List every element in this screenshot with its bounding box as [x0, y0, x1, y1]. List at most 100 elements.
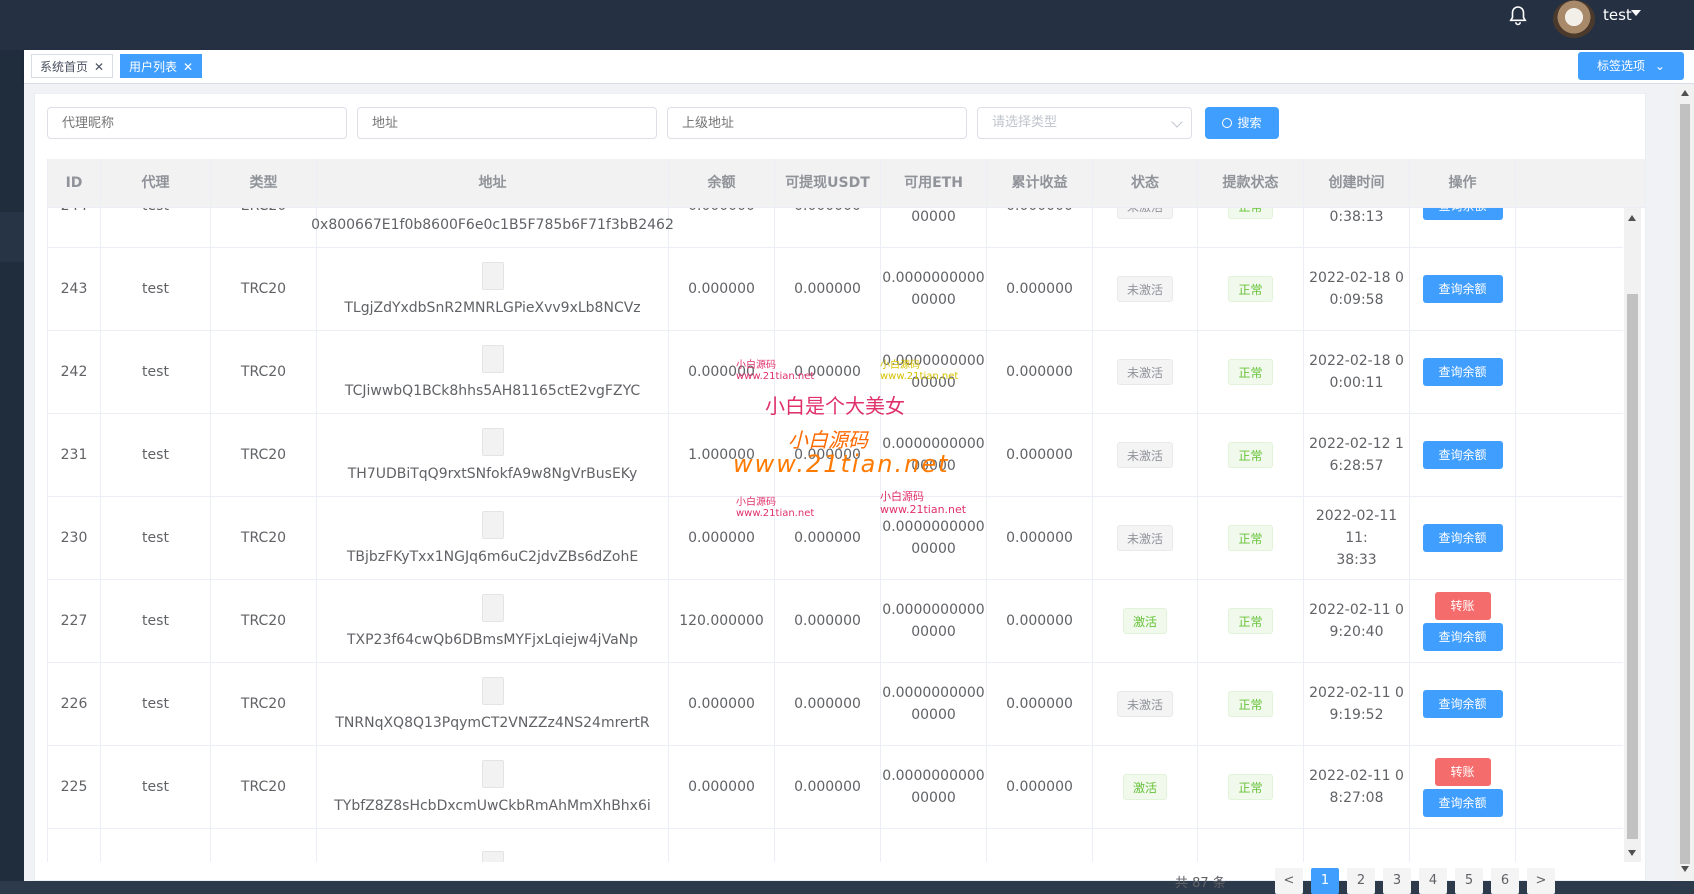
cell-address: TLgjZdYxdbSnR2MNRLGPieXvv9xLb8NCVz [317, 248, 669, 330]
cell-status: 激活 [1093, 746, 1198, 828]
cell-id: 230 [48, 497, 101, 579]
qr-image-icon[interactable] [481, 345, 504, 373]
bell-icon[interactable] [1506, 4, 1530, 28]
qr-image-icon[interactable] [481, 677, 504, 705]
parent-address-input[interactable] [667, 107, 967, 139]
status-badge: 未激活 [1116, 691, 1173, 717]
cell-actions: 转账 查询余额 [1410, 746, 1516, 828]
query-balance-button[interactable]: 查询余额 [1422, 524, 1503, 552]
cell-address: TCJiwwbQ1BCk8hhs5AH81165ctE2vgFZYC [317, 331, 669, 413]
query-balance-button[interactable]: 查询余额 [1422, 207, 1503, 220]
cell-type [211, 829, 317, 862]
cell-eth: 0.0000000000 00000 [881, 663, 987, 745]
cell-type: TRC20 [211, 580, 317, 662]
query-balance-button[interactable]: 查询余额 [1422, 275, 1503, 303]
username-label[interactable]: test [1603, 6, 1632, 24]
cell-withdrawable-usdt: 0.000000 [775, 746, 881, 828]
pagination-page-3[interactable]: 3 [1383, 868, 1411, 894]
withdrawable-usdt-text: 0.000000 [794, 613, 861, 629]
scroll-down-icon[interactable] [1681, 866, 1689, 872]
table-scrollbar-thumb[interactable] [1627, 294, 1638, 839]
search-button[interactable]: 搜索 [1205, 107, 1279, 139]
pagination-next[interactable]: > [1527, 868, 1555, 894]
transfer-button[interactable]: 转账 [1434, 591, 1491, 620]
chevron-down-icon [1171, 116, 1183, 128]
pagination-page-1[interactable]: 1 [1311, 868, 1339, 894]
qr-image-icon[interactable] [481, 428, 504, 456]
cell-earnings: 0.000000 [987, 663, 1093, 745]
type-text: TRC20 [240, 696, 287, 712]
pagination-page-6[interactable]: 6 [1491, 868, 1519, 894]
query-balance-button[interactable]: 查询余额 [1422, 690, 1503, 718]
tag-user-list[interactable]: 用户列表 ✕ [120, 54, 203, 78]
cell-actions [1410, 829, 1516, 862]
qr-image-icon[interactable] [481, 262, 504, 290]
cell-withdrawable-usdt: 0.000000 [775, 497, 881, 579]
qr-image-icon[interactable] [481, 760, 504, 788]
tag-options-button[interactable]: 标签选项 ⌄ [1578, 52, 1684, 80]
created-text: 2022-02-11 11: 38:33 [1315, 508, 1398, 568]
type-select-placeholder: 请选择类型 [992, 115, 1058, 130]
cell-withdraw-status: 正常 [1198, 414, 1304, 496]
table-body: 244 test ERC20 0x800667E1f0b8600F6e0c1B5F78… [48, 207, 1623, 862]
caret-down-icon[interactable] [1631, 10, 1641, 16]
withdraw-status-badge: 正常 [1228, 359, 1273, 385]
withdrawable-usdt-text: 0.000000 [794, 447, 861, 463]
pagination-page-4[interactable]: 4 [1419, 868, 1447, 894]
query-balance-button[interactable]: 查询余额 [1422, 358, 1503, 386]
cell-earnings: 0.000000 [987, 331, 1093, 413]
query-balance-button[interactable]: 查询余额 [1422, 788, 1503, 817]
status-badge: 激活 [1122, 774, 1167, 800]
type-select[interactable]: 请选择类型 [977, 107, 1192, 139]
agent-text: test [142, 207, 169, 214]
qr-image-icon[interactable] [481, 851, 504, 862]
pagination-page-2[interactable]: 2 [1347, 868, 1375, 894]
cell-type: TRC20 [211, 746, 317, 828]
tag-home[interactable]: 系统首页 ✕ [31, 54, 114, 78]
cell-withdraw-status: 正常 [1198, 746, 1304, 828]
type-text: TRC20 [240, 447, 287, 463]
withdrawable-usdt-text: 0.000000 [794, 207, 861, 214]
pagination-page-5[interactable]: 5 [1455, 868, 1483, 894]
query-balance-button[interactable]: 查询余额 [1422, 441, 1503, 469]
cell-withdrawable-usdt [775, 829, 881, 862]
user-avatar[interactable] [1553, 0, 1595, 38]
scroll-down-icon[interactable] [1628, 850, 1636, 856]
header-col-created: 创建时间 [1304, 159, 1410, 207]
agent-nickname-input[interactable] [47, 107, 347, 139]
cell-earnings: 0.000000 [987, 248, 1093, 330]
cell-type: TRC20 [211, 248, 317, 330]
address-input[interactable] [357, 107, 657, 139]
tag-home-label: 系统首页 [40, 60, 89, 74]
table-row: 225 test TRC20 TYbfZ8Z8sHcbDxcmUwCkbRmAhMmX… [48, 746, 1623, 829]
earnings-text: 0.000000 [1006, 207, 1073, 214]
table-scrollbar[interactable] [1624, 207, 1641, 862]
page-scrollbar[interactable] [1676, 84, 1694, 881]
page-scrollbar-thumb[interactable] [1680, 104, 1690, 864]
withdrawable-usdt-text: 0.000000 [794, 696, 861, 712]
query-balance-button[interactable]: 查询余额 [1422, 622, 1503, 651]
table-row: 231 test TRC20 TH7UDBiTqQ9rxtSNfokfA9w8NgVr… [48, 414, 1623, 497]
cell-address: 0x800667E1f0b8600F6e0c1B5F785b6F71f3bB24… [311, 207, 674, 247]
withdrawable-usdt-text: 0.000000 [794, 530, 861, 546]
sidebar-item-active[interactable] [0, 212, 24, 262]
qr-image-icon[interactable] [481, 594, 504, 622]
cell-type: TRC20 [211, 414, 317, 496]
qr-image-icon[interactable] [481, 511, 504, 539]
header-col-eth: 可用ETH [881, 159, 987, 207]
eth-text: 0.0000000000 00000 [882, 768, 985, 806]
close-icon[interactable]: ✕ [94, 60, 104, 74]
header-col-status: 状态 [1093, 159, 1198, 207]
header-col-earnings: 累计收益 [987, 159, 1093, 207]
status-badge: 激活 [1122, 608, 1167, 634]
scroll-up-icon[interactable] [1628, 215, 1636, 221]
cell-withdraw-status: 正常 [1198, 497, 1304, 579]
close-icon[interactable]: ✕ [183, 60, 193, 74]
scroll-up-icon[interactable] [1681, 90, 1689, 96]
address-text: TLgjZdYxdbSnR2MNRLGPieXvv9xLb8NCVz [344, 300, 641, 316]
transfer-button[interactable]: 转账 [1434, 757, 1491, 786]
created-text: 2022-02-18 0 0:00:11 [1309, 353, 1404, 391]
pagination-prev[interactable]: < [1275, 868, 1303, 894]
cell-id: 225 [48, 746, 101, 828]
withdrawable-usdt-text: 0.000000 [794, 779, 861, 795]
